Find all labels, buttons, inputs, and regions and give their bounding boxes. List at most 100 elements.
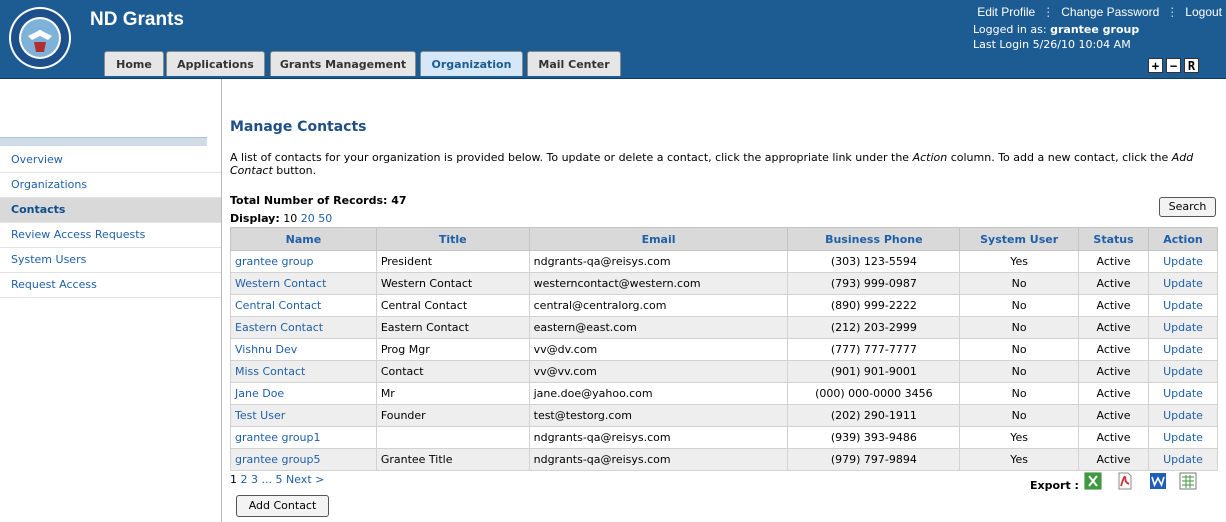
tab-applications[interactable]: Applications [166,51,265,76]
table-cell: grantee group [230,250,377,273]
column-header-title[interactable]: Title [375,227,530,251]
sidebar-item-request-access[interactable]: Request Access [0,273,221,298]
contact-status: Active [1096,299,1131,312]
table-cell: Yes [959,250,1080,273]
table-cell: President [375,250,530,273]
contact-title: Prog Mgr [380,343,430,356]
column-header-name[interactable]: Name [230,227,377,251]
table-row: grantee group5 Grantee Title ndgrants-qa@r… [230,448,1218,471]
update-link[interactable]: Update [1163,409,1203,422]
contact-name-link[interactable]: Vishnu Dev [235,343,297,356]
sidebar-item-overview[interactable]: Overview [0,148,221,173]
dhs-seal-logo [9,7,71,69]
column-header-email[interactable]: Email [528,227,789,251]
tab-organization[interactable]: Organization [420,51,523,76]
intro-text: A list of contacts for your organization… [230,151,1215,177]
tab-mail-center[interactable]: Mail Center [527,51,621,76]
table-cell: Central Contact [230,294,377,317]
edit-profile-link[interactable]: Edit Profile [977,5,1035,19]
display-option-20[interactable]: 20 [301,212,315,225]
zoom-reset-button[interactable]: R [1184,58,1199,73]
table-cell: Active [1078,426,1149,449]
table-cell: ndgrants-qa@reisys.com [528,448,789,471]
contact-system-user: Yes [1010,255,1029,268]
table-cell: Central Contact [375,294,530,317]
table-cell: Active [1078,338,1149,361]
word-icon[interactable] [1149,472,1167,490]
contact-status: Active [1096,409,1131,422]
change-password-link[interactable]: Change Password [1061,5,1159,19]
table-cell: Test User [230,404,377,427]
zoom-in-button[interactable]: + [1148,58,1163,73]
total-records: Total Number of Records: 47 [230,194,407,207]
update-link[interactable]: Update [1163,365,1203,378]
contact-system-user: No [1011,343,1027,356]
contact-status: Active [1096,453,1131,466]
contact-name-link[interactable]: grantee group1 [235,431,321,444]
pdf-icon[interactable] [1116,472,1134,490]
zoom-out-button[interactable]: − [1166,58,1181,73]
sidebar-item-system-users[interactable]: System Users [0,248,221,273]
table-cell: Update [1148,294,1218,317]
search-button[interactable]: Search [1159,197,1216,217]
table-cell: Update [1148,272,1218,295]
tab-grants-management[interactable]: Grants Management [270,51,416,76]
contact-status: Active [1096,255,1131,268]
contact-email: westerncontact@western.com [533,277,701,290]
page-ellipsis[interactable]: ... [262,473,273,486]
table-cell: Vishnu Dev [230,338,377,361]
excel-icon[interactable] [1084,472,1102,490]
contact-name-link[interactable]: Western Contact [235,277,326,290]
table-cell: Eastern Contact [375,316,530,339]
contact-name-link[interactable]: grantee group [235,255,314,268]
sidebar-item-organizations[interactable]: Organizations [0,173,221,198]
sidebar-item-contacts[interactable]: Contacts [0,198,221,223]
table-cell: Eastern Contact [230,316,377,339]
page-link[interactable]: 3 [251,473,258,486]
table-cell: (303) 123-5594 [787,250,961,273]
sidebar-item-review-access-requests[interactable]: Review Access Requests [0,223,221,248]
contact-name-link[interactable]: Miss Contact [235,365,305,378]
update-link[interactable]: Update [1163,431,1203,444]
csv-icon[interactable] [1179,472,1197,490]
tab-home[interactable]: Home [104,51,164,76]
table-cell: Miss Contact [230,360,377,383]
export-label: Export : [1030,479,1079,492]
top-links: Edit Profile ⋮ Change Password ⋮ Logout [977,5,1222,19]
update-link[interactable]: Update [1163,387,1203,400]
update-link[interactable]: Update [1163,453,1203,466]
table-cell: ndgrants-qa@reisys.com [528,426,789,449]
column-header-business-phone[interactable]: Business Phone [787,227,961,251]
display-option-50[interactable]: 50 [318,212,332,225]
contact-phone: (890) 999-2222 [830,299,917,312]
contact-name-link[interactable]: Central Contact [235,299,321,312]
page-link[interactable]: 2 [241,473,248,486]
contact-email: ndgrants-qa@reisys.com [533,431,671,444]
update-link[interactable]: Update [1163,321,1203,334]
table-cell: Yes [959,426,1080,449]
column-header-system-user[interactable]: System User [959,227,1080,251]
logout-link[interactable]: Logout [1185,5,1222,19]
table-cell: Active [1078,360,1149,383]
contact-phone: (777) 777-7777 [830,343,917,356]
contacts-table: Name Title Email Business Phone System U… [230,227,1218,471]
update-link[interactable]: Update [1163,343,1203,356]
column-header-status[interactable]: Status [1078,227,1149,251]
contact-title: Mr [380,387,395,400]
contact-name-link[interactable]: Test User [235,409,285,422]
table-cell: Active [1078,448,1149,471]
update-link[interactable]: Update [1163,255,1203,268]
table-cell: (793) 999-0987 [787,272,961,295]
update-link[interactable]: Update [1163,277,1203,290]
table-cell: Yes [959,448,1080,471]
contact-name-link[interactable]: grantee group5 [235,453,321,466]
display-label: Display: [230,212,280,225]
table-cell: Update [1148,426,1218,449]
contact-name-link[interactable]: Jane Doe [235,387,284,400]
contact-name-link[interactable]: Eastern Contact [235,321,323,334]
table-cell: Jane Doe [230,382,377,405]
page-link[interactable]: 5 [276,473,283,486]
add-contact-button[interactable]: Add Contact [236,495,329,517]
next-page-link[interactable]: Next > [286,473,324,486]
update-link[interactable]: Update [1163,299,1203,312]
